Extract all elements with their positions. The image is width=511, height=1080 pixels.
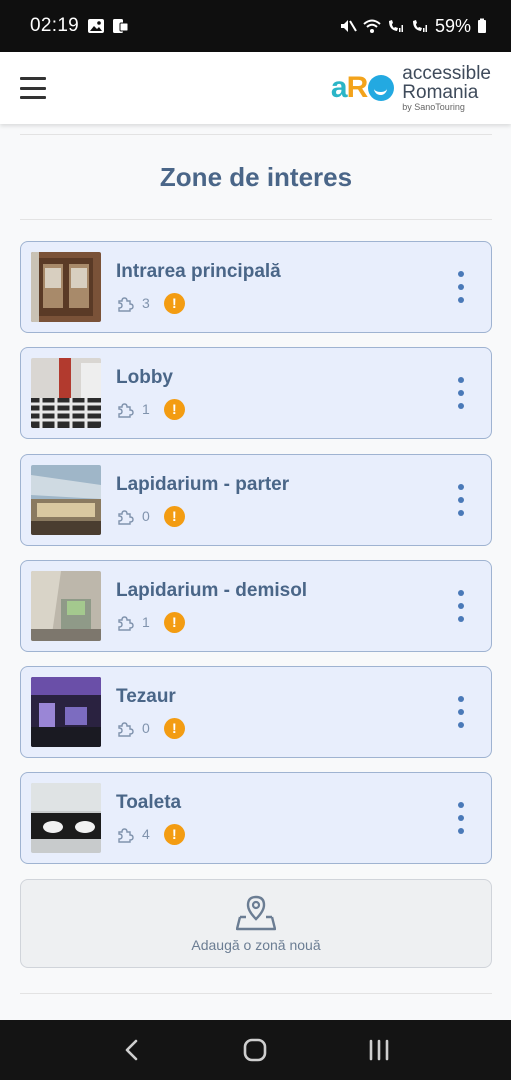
status-time: 02:19 [30, 15, 80, 36]
page-title: Zone de interes [159, 162, 353, 192]
feature-count: 0 [142, 720, 150, 736]
zone-thumbnail [31, 783, 101, 853]
feature-count: 3 [142, 295, 150, 311]
more-options-icon[interactable] [453, 484, 469, 516]
mute-icon [340, 20, 357, 32]
warning-icon: ! [163, 505, 185, 527]
warning-icon: ! [163, 292, 185, 314]
logo-line-3: by SanoTouring [402, 102, 465, 112]
zone-card[interactable]: Lapidarium - demisol 1 ! [20, 560, 492, 652]
zone-thumbnail [31, 358, 101, 428]
logo-mark: aR [331, 71, 395, 105]
wifi-icon [363, 19, 381, 33]
puzzle-icon [118, 722, 134, 737]
more-options-icon[interactable] [453, 377, 469, 409]
battery-icon [478, 18, 486, 33]
logo-line-2: Romania [402, 82, 479, 103]
zone-name: Lapidarium - demisol [116, 579, 308, 601]
zone-name: Intrarea principală [116, 260, 281, 282]
warning-icon: ! [163, 398, 185, 420]
zone-thumbnail [31, 252, 101, 322]
app-header: aR accessible Romania by SanoTouring [0, 52, 511, 124]
main-content: Zone de interes [20, 124, 492, 220]
status-bar: 02:19 59% [0, 0, 511, 52]
zone-thumbnail [31, 677, 101, 747]
feature-count: 0 [142, 508, 150, 524]
back-icon[interactable] [112, 1030, 152, 1070]
puzzle-icon [118, 403, 134, 418]
more-options-icon[interactable] [453, 696, 469, 728]
zone-name: Tezaur [116, 685, 176, 707]
divider [20, 993, 492, 994]
warning-icon: ! [163, 823, 185, 845]
zone-card[interactable]: Tezaur 0 ! [20, 666, 492, 758]
zone-thumbnail [31, 465, 101, 535]
add-zone-button[interactable]: Adaugă o zonă nouă [20, 879, 492, 968]
feature-count: 1 [142, 401, 150, 417]
puzzle-icon [118, 297, 134, 312]
warning-icon: ! [163, 717, 185, 739]
volte-signal-2-icon [412, 20, 427, 32]
zone-name: Lobby [116, 366, 173, 388]
more-options-icon[interactable] [453, 590, 469, 622]
recent-apps-icon[interactable] [359, 1030, 399, 1070]
add-zone-label: Adaugă o zonă nouă [191, 936, 321, 953]
zone-card[interactable]: Intrarea principală 3 ! [20, 241, 492, 333]
home-icon[interactable] [235, 1030, 275, 1070]
puzzle-icon [118, 616, 134, 631]
puzzle-icon [118, 828, 134, 843]
zone-card[interactable]: Lapidarium - parter 0 ! [20, 454, 492, 546]
more-options-icon[interactable] [453, 271, 469, 303]
volte-signal-1-icon [388, 20, 403, 32]
feature-count: 1 [142, 614, 150, 630]
map-pin-add-icon [236, 895, 276, 930]
zone-card[interactable]: Lobby 1 ! [20, 347, 492, 439]
notification-app-icon [113, 19, 129, 33]
zone-thumbnail [31, 571, 101, 641]
zone-name: Toaleta [116, 791, 182, 813]
zone-name: Lapidarium - parter [116, 473, 290, 495]
app-logo[interactable]: aR accessible Romania by SanoTouring [331, 64, 491, 112]
warning-icon: ! [163, 611, 185, 633]
smile-icon [368, 75, 395, 101]
more-options-icon[interactable] [453, 802, 469, 834]
puzzle-icon [118, 510, 134, 525]
system-nav-bar [0, 1020, 511, 1080]
zone-card[interactable]: Toaleta 4 ! [20, 772, 492, 864]
battery-percent: 59% [434, 15, 471, 36]
feature-count: 4 [142, 826, 150, 842]
divider [20, 219, 492, 220]
logo-line-1: accessible [402, 63, 491, 84]
menu-icon[interactable] [20, 77, 46, 99]
gallery-icon [88, 19, 105, 33]
